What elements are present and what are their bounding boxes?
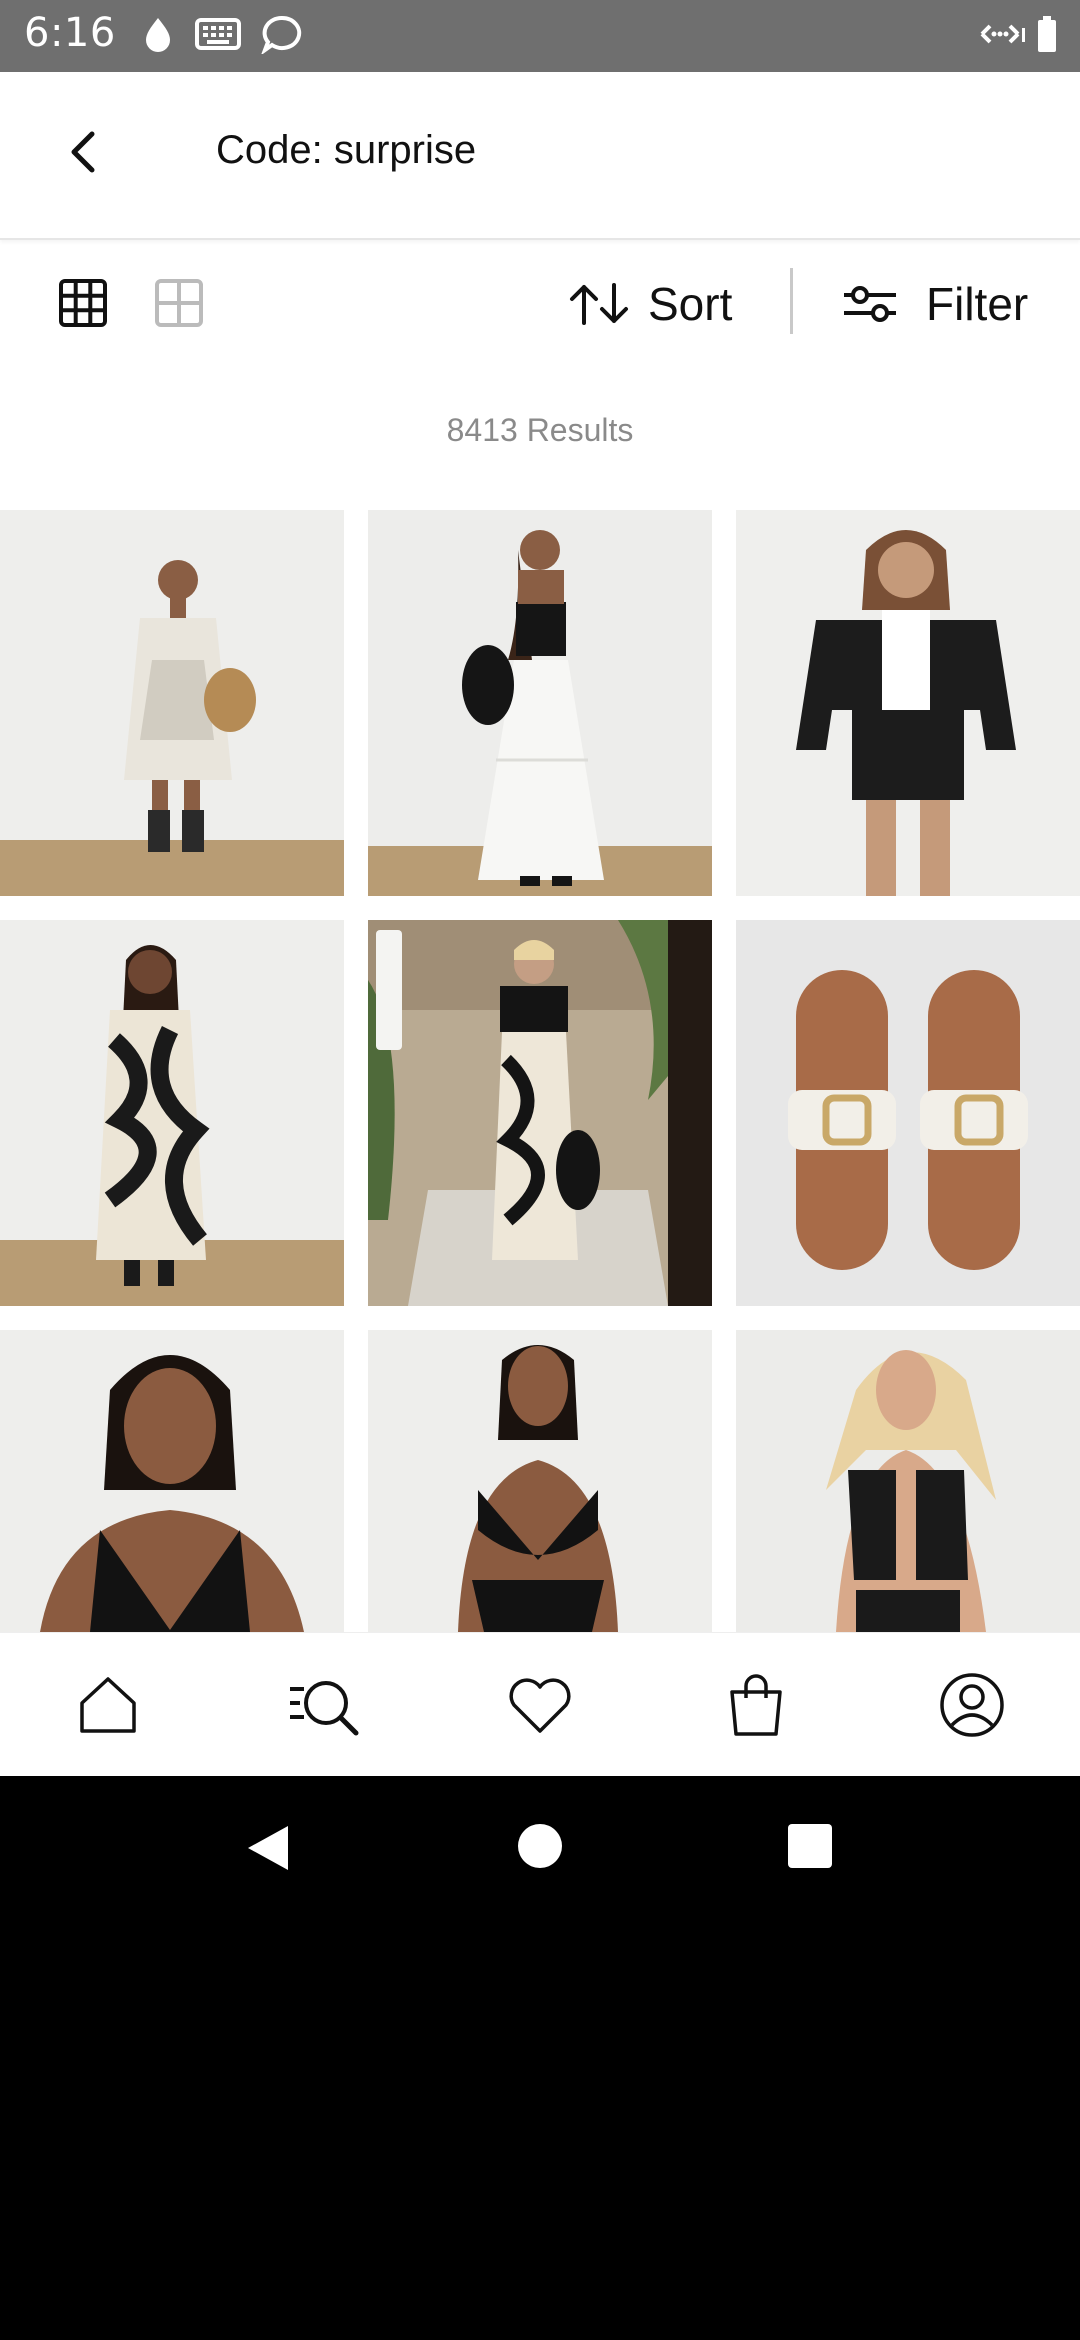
- grid-3x3-icon: [59, 279, 107, 327]
- status-icons-left: [140, 14, 304, 54]
- chat-bubble-icon: [261, 15, 302, 54]
- product-tile[interactable]: [368, 510, 712, 896]
- product-tile[interactable]: [368, 920, 712, 1306]
- filter-sliders-icon: [844, 286, 896, 322]
- back-button[interactable]: [56, 124, 112, 180]
- system-home-button[interactable]: [518, 1824, 562, 1868]
- system-navigation-bar: [0, 1776, 1080, 1916]
- product-image: [368, 920, 712, 1306]
- keyboard-icon: [195, 18, 241, 50]
- nav-wishlist[interactable]: [500, 1665, 580, 1745]
- app-screen: Code: surprise Sort Filter 8413 Results: [0, 72, 1080, 1776]
- results-count: 8413 Results: [446, 412, 634, 448]
- home-icon: [80, 1677, 136, 1733]
- filter-label: Filter: [926, 278, 1029, 330]
- nav-search[interactable]: [284, 1665, 364, 1745]
- sort-button[interactable]: Sort: [568, 276, 732, 332]
- header: Code: surprise: [0, 72, 1080, 240]
- toolbar: Sort Filter: [0, 240, 1080, 360]
- heart-icon: [509, 1678, 571, 1733]
- grid-3-view-button[interactable]: [58, 278, 108, 328]
- nav-home[interactable]: [68, 1665, 148, 1745]
- page-title: Code: surprise: [216, 128, 477, 172]
- product-tile[interactable]: [0, 1330, 344, 1632]
- status-bar: 6:16: [0, 0, 1080, 72]
- bottom-navigation: [0, 1632, 1080, 1776]
- profile-icon: [940, 1673, 1004, 1737]
- sort-arrows-icon: [570, 283, 628, 325]
- product-tile[interactable]: [736, 920, 1080, 1306]
- bag-icon: [730, 1674, 782, 1736]
- chevron-left-icon: [71, 131, 95, 173]
- product-image: [368, 1330, 712, 1632]
- grid-2x2-icon: [155, 279, 203, 327]
- product-image: [368, 510, 712, 896]
- nav-profile[interactable]: [932, 1665, 1012, 1745]
- status-time: 6:16: [24, 10, 116, 56]
- toolbar-divider: [790, 268, 793, 334]
- product-tile[interactable]: [0, 510, 344, 896]
- product-image: [0, 1330, 344, 1632]
- system-back-button[interactable]: [244, 1824, 292, 1872]
- grid-2-view-button[interactable]: [154, 278, 204, 328]
- wifi-calling-icon: [980, 24, 1025, 44]
- product-tile[interactable]: [0, 920, 344, 1306]
- product-image: [0, 920, 344, 1306]
- status-icons-right: [974, 14, 1058, 54]
- product-image: [0, 510, 344, 896]
- product-tile[interactable]: [368, 1330, 712, 1632]
- battery-icon: [1038, 16, 1056, 52]
- product-image: [736, 920, 1080, 1306]
- product-image: [736, 510, 1080, 896]
- product-tile[interactable]: [736, 1330, 1080, 1632]
- product-image: [736, 1330, 1080, 1632]
- water-drop-icon: [146, 18, 170, 52]
- nav-bag[interactable]: [716, 1665, 796, 1745]
- filter-button[interactable]: Filter: [842, 276, 1028, 332]
- search-list-icon: [290, 1681, 359, 1736]
- system-recents-button[interactable]: [788, 1824, 832, 1868]
- sort-label: Sort: [648, 278, 733, 330]
- product-tile[interactable]: [736, 510, 1080, 896]
